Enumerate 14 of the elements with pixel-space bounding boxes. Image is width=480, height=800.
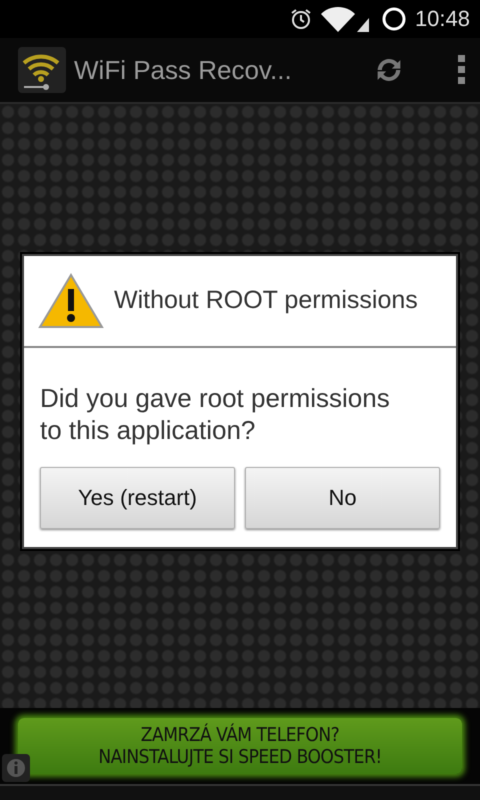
dialog-button[interactable]: Yes (restart): [40, 466, 235, 528]
dialog-title: Without ROOT permissions: [114, 286, 418, 315]
overflow-menu-icon[interactable]: [456, 55, 466, 85]
wifi-key-app-icon[interactable]: [18, 47, 66, 93]
app-title: WiFi Pass Recov...: [74, 54, 293, 86]
dialog-button[interactable]: No: [245, 466, 440, 528]
battery-ring-icon: [380, 6, 407, 32]
warning-icon: [38, 272, 104, 328]
dialog-message: Did you gave root permissions to this application?: [39, 382, 391, 447]
clock-time: 10:48: [414, 6, 470, 32]
alarm-clock-icon: [288, 7, 313, 31]
ad-banner[interactable]: ZAMRZÁ VÁM TELEFON? NAINSTALUJTE SI SPEED BOOSTER!: [18, 718, 462, 774]
ad-text: NAINSTALUJTE SI SPEED BOOSTER!: [98, 746, 382, 768]
ad-text: ZAMRZÁ VÁM TELEFON?: [140, 724, 340, 746]
